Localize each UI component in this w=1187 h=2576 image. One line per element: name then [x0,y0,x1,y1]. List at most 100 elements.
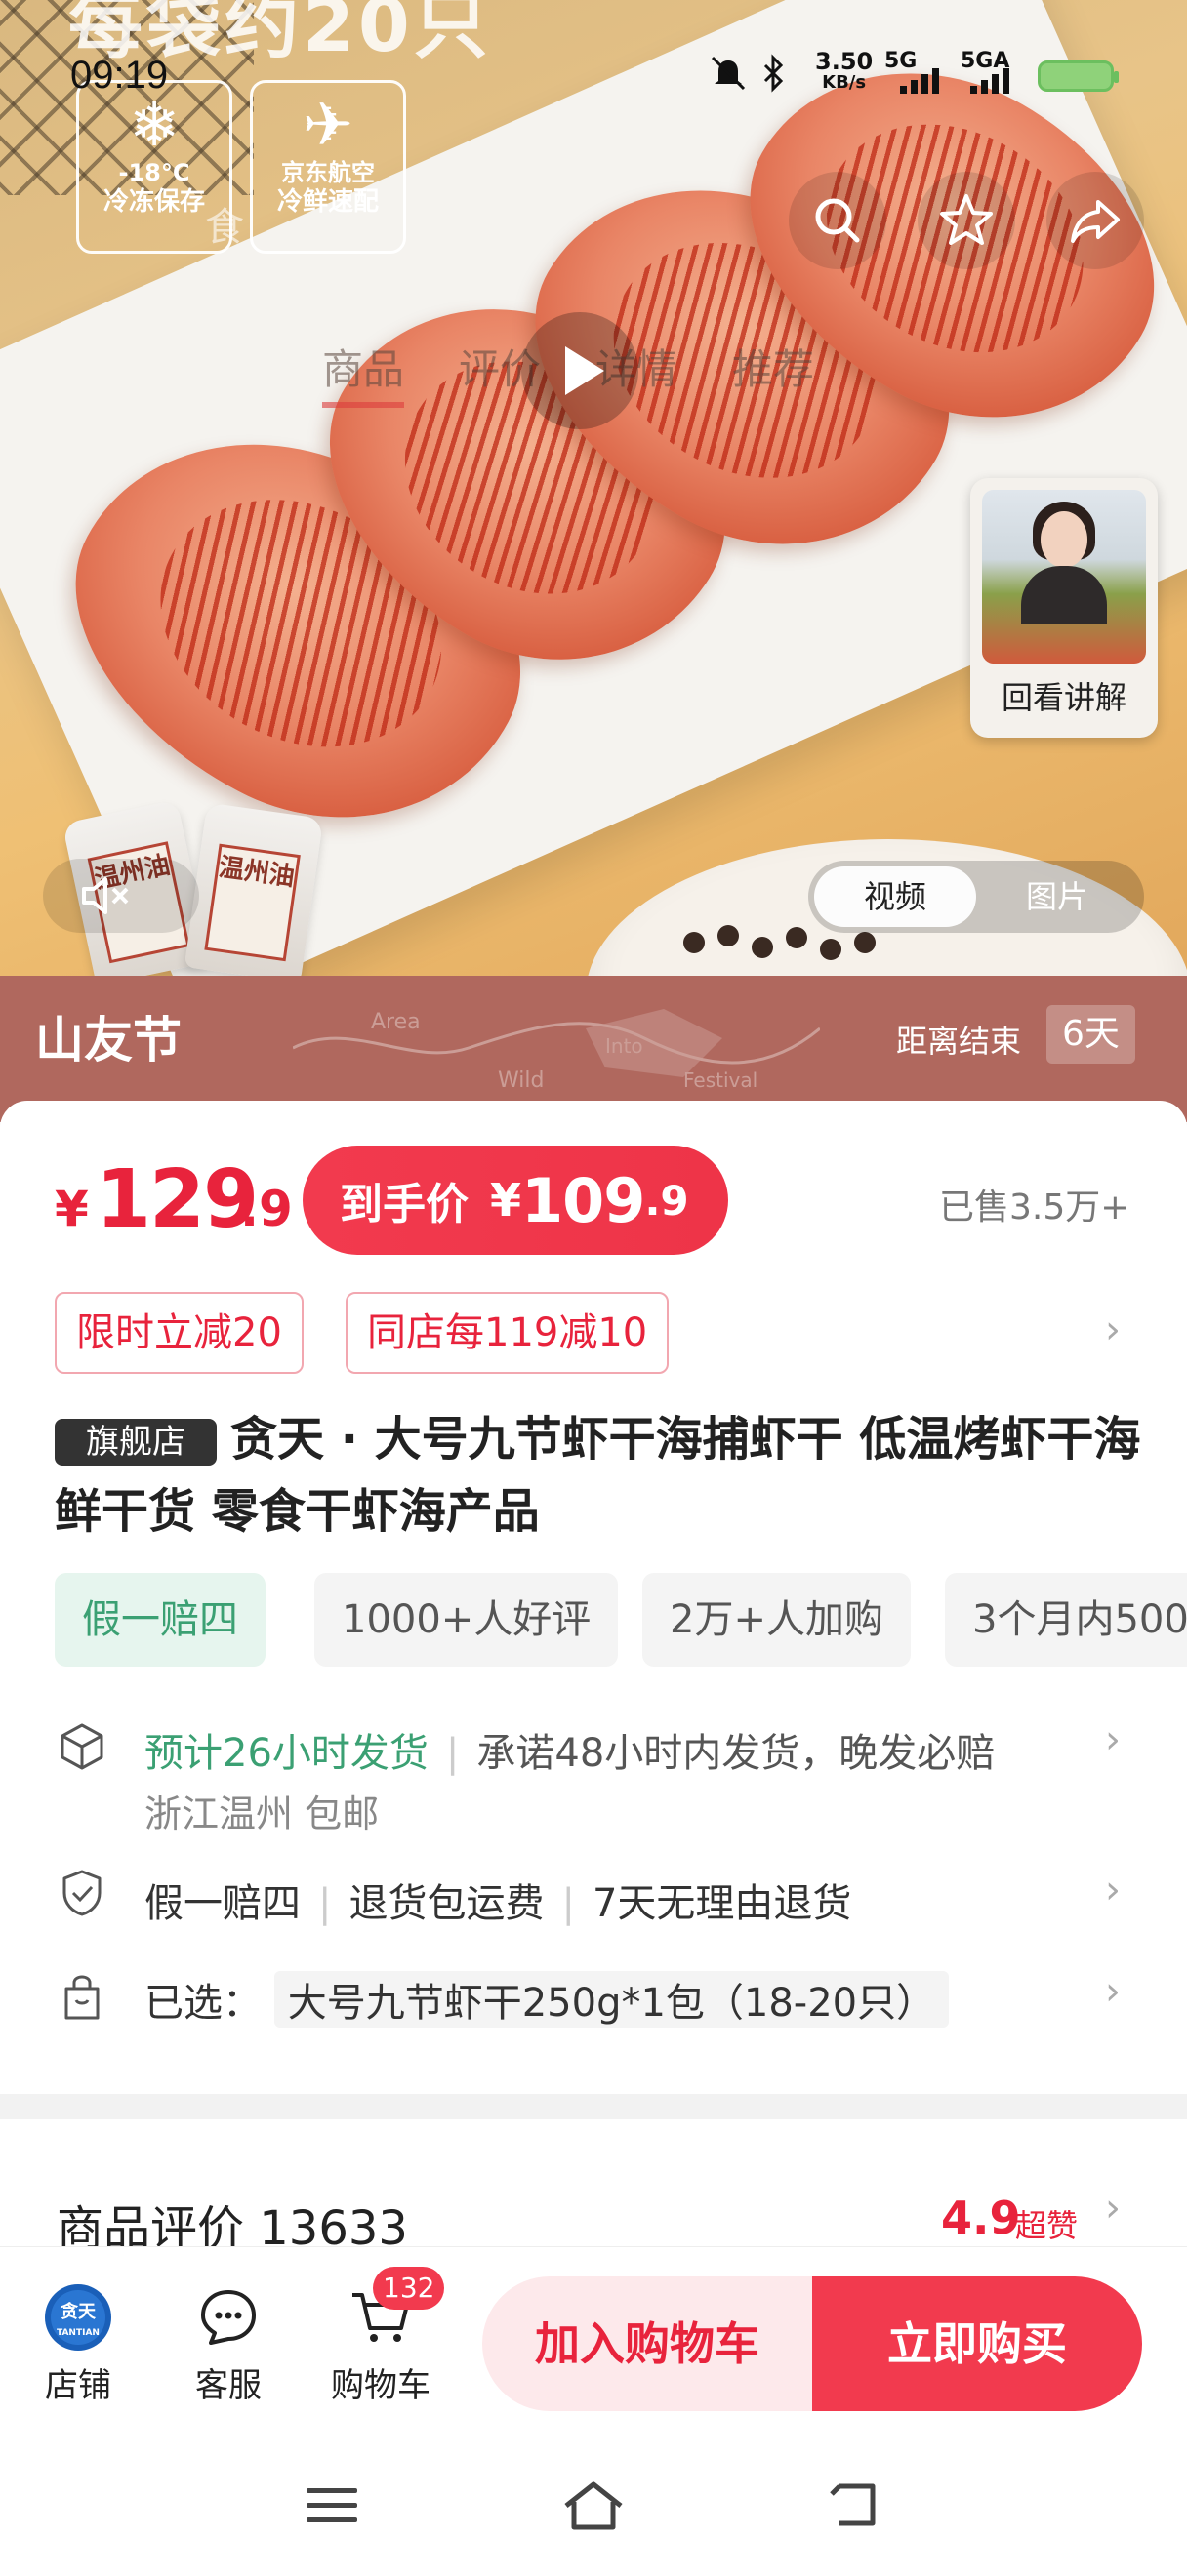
ship-from-address: 浙江温州 包邮 [144,1792,380,1835]
guarantee-row[interactable]: 假一赔四 | 退货包运费 | 7天无理由退货 [144,1872,851,1928]
media-tab-image[interactable]: 图片 [976,866,1138,927]
reviews-score-label: 超赞 [1015,2207,1079,2244]
shop-button[interactable]: 贪天 TANTIAN 店铺 [20,2282,137,2406]
shop-label: 店铺 [45,2366,111,2405]
system-nav-bar [0,2432,1187,2576]
feature-tag[interactable]: 1000+人好评 [314,1573,619,1667]
service-label: 客服 [195,2366,262,2405]
live-replay-card[interactable]: 回看讲解 [970,478,1158,738]
sold-count: 已售3.5万+ [939,1187,1130,1228]
shop-logo-text: 贪天 [61,2301,97,2322]
guarantee-item: 假一赔四 [144,1881,301,1926]
price-currency: ¥ [55,1181,89,1237]
shipping-promise: 承诺48小时内发货，晚发必赔 [476,1731,996,1776]
cart-label: 购物车 [331,2366,430,2405]
map-word: Festival [683,1068,757,1092]
pepper-decoration [786,927,807,948]
section-divider [0,2094,1187,2119]
home-nav-button[interactable] [554,2467,633,2545]
media-tab-video[interactable]: 视频 [814,866,976,927]
shop-logo-icon: 贪天 TANTIAN [43,2282,113,2353]
play-video-button[interactable] [521,312,638,429]
package-icon [61,1723,103,1770]
feature-tag[interactable]: 假一赔四 [55,1573,266,1667]
buy-now-button[interactable]: 立即购买 [812,2276,1142,2411]
coupon-tag[interactable]: 同店每119减10 [346,1292,670,1374]
map-word: Wild [498,1068,544,1093]
pepper-decoration [820,939,841,960]
final-price-decimal: .9 [644,1176,689,1225]
map-word: Area [371,1010,421,1034]
flagship-badge: 旗舰店 [55,1419,217,1466]
product-info-card: ¥ 129 .9 到手价 ¥ 109 .9 已售3.5万+ 限时立减20 同店每… [0,1101,1187,2094]
sachet-label: 温州油 [204,843,301,962]
menu-nav-button[interactable] [293,2467,371,2545]
bluetooth-icon [759,54,789,101]
shop-logo-sub: TANTIAN [57,2328,100,2338]
net-speed-unit: KB/s [822,72,867,93]
final-price-currency: ¥ [490,1174,522,1227]
countdown-label: 距离结束 [896,1023,1022,1060]
selected-value: 大号九节虾干250g*1包（18-20只） [273,1971,950,2028]
chevron-right-icon[interactable]: › [1105,1969,1121,2014]
pepper-decoration [717,925,739,946]
customer-service-button[interactable]: 客服 [170,2282,287,2406]
speaker-muted-icon [82,877,129,914]
product-image-gallery[interactable]: 温州油 温州油 每袋约20只 ❄ -18°C 冷冻保存 ✈ 京东航空 冷鲜速配 … [0,0,1187,976]
separator: | [561,1881,575,1926]
host-thumbnail [982,490,1146,664]
favorite-button[interactable] [918,172,1015,269]
purchase-bar: 贪天 TANTIAN 店铺 客服 购物车 132 加入购物车 立即购买 [0,2246,1187,2432]
feature-tag[interactable]: 3个月内500 [945,1573,1187,1667]
selected-label: 已选： [144,1981,262,2026]
share-button[interactable] [1046,172,1144,269]
menu-icon [307,2488,357,2522]
play-icon [565,346,604,395]
chevron-right-icon[interactable]: › [1105,2186,1121,2231]
air-text-2: 冷鲜速配 [276,187,379,217]
cart-count-badge: 132 [373,2267,445,2310]
shipping-row[interactable]: 预计26小时发货 | 承诺48小时内发货，晚发必赔 [144,1721,995,1778]
final-price-integer: 109 [521,1164,645,1236]
air-text-1: 京东航空 [281,159,375,186]
selected-spec-row[interactable]: 已选： 大号九节虾干250g*1包（18-20只） [144,1971,950,2028]
host-body [1021,566,1107,624]
shield-check-icon [62,1870,102,1916]
mute-bell-icon [709,54,748,101]
separator: | [318,1881,332,1926]
ghost-tab: 商品 [322,337,405,408]
coupon-tag[interactable]: 限时立减20 [55,1292,304,1374]
add-to-cart-button[interactable]: 加入购物车 [482,2276,812,2411]
festival-title: 山友节 [35,1012,182,1068]
chevron-right-icon[interactable]: › [1105,1308,1121,1352]
final-price-label: 到手价 [340,1180,469,1229]
search-button[interactable] [789,172,886,269]
chat-bubble-icon [193,2282,264,2353]
price-integer: 129 [96,1153,259,1246]
net-speed: 3.50 KB/s [815,50,873,94]
bag-icon [64,1975,100,2020]
feature-tag[interactable]: 2万+人加购 [642,1573,911,1667]
media-toggle[interactable]: 视频 图片 [808,861,1144,933]
clock: 09:19 [70,54,169,97]
guarantee-item: 退货包运费 [348,1881,545,1926]
back-nav-button[interactable] [816,2467,894,2545]
back-icon [830,2483,876,2526]
chevron-right-icon[interactable]: › [1105,1717,1121,1762]
guarantee-item: 7天无理由退货 [592,1881,852,1926]
final-price-pill[interactable]: 到手价 ¥ 109 .9 [303,1146,728,1255]
chevron-right-icon[interactable]: › [1105,1868,1121,1912]
signal-2-icon [970,68,1009,94]
map-word: Into [605,1034,643,1058]
mute-button[interactable] [43,859,199,933]
product-title: 贪天 · 大号九节虾干海捕虾干 低温烤虾干海鲜干货 零食干虾海产品 [55,1412,1141,1539]
signal-1-icon [900,68,939,94]
search-icon [815,198,860,243]
reviews-header[interactable]: 商品评价 13633 4.9 超赞 › [0,2119,1187,2256]
oil-sachet-image: 温州油 [184,802,324,976]
separator: | [445,1731,460,1776]
ghost-tab: 推荐 [732,345,815,393]
ghost-search-text: 食 [205,205,244,250]
star-icon [940,194,993,245]
live-replay-label: 回看讲解 [1001,679,1126,716]
